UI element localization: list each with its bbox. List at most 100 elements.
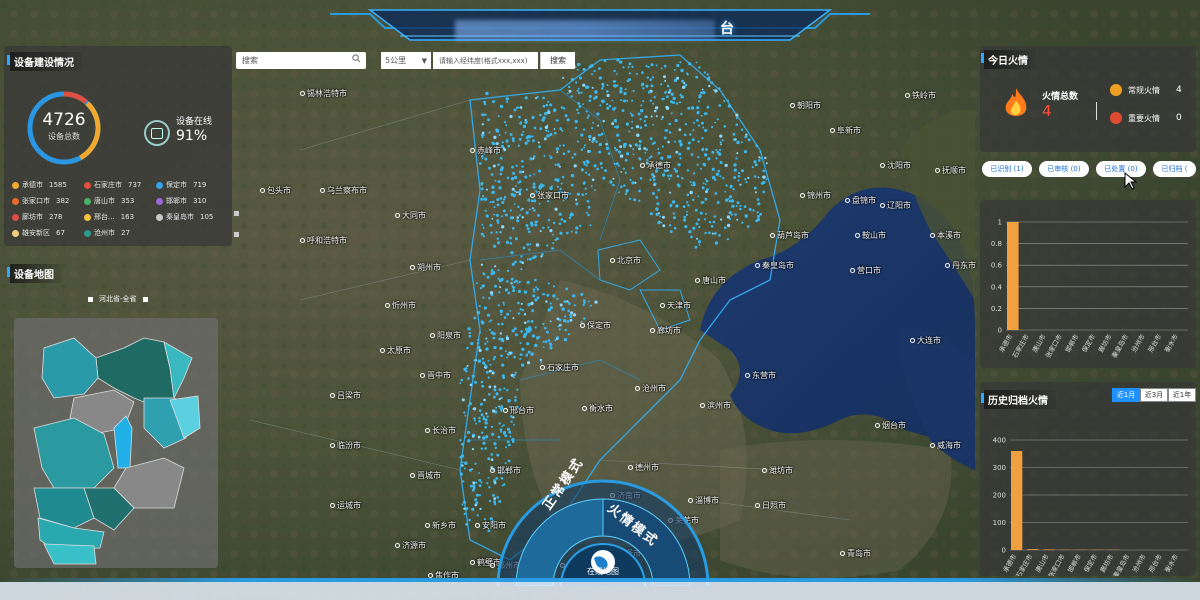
device-dot: [702, 201, 705, 204]
device-dot: [616, 58, 620, 62]
legend-pager[interactable]: [234, 211, 240, 237]
pill-reviewed[interactable]: 已审核 (0): [1039, 161, 1089, 177]
device-dot: [567, 333, 571, 336]
device-dot: [487, 376, 490, 379]
device-dot: [718, 104, 722, 107]
device-map-panel[interactable]: [14, 318, 218, 568]
device-dot: [491, 185, 495, 189]
device-dot: [490, 173, 494, 176]
device-dot: [632, 153, 635, 156]
device-dot: [582, 128, 586, 131]
device-dot: [542, 116, 546, 120]
device-dot: [733, 168, 737, 172]
device-dot: [561, 307, 565, 311]
city-count: 737: [128, 181, 142, 189]
device-dot: [660, 221, 663, 224]
city-color-dot: [12, 197, 19, 205]
device-dot: [496, 237, 499, 240]
city-color-dot: [84, 181, 91, 189]
online-map-label[interactable]: 在线地图: [573, 566, 633, 577]
search-input[interactable]: 搜索: [236, 52, 366, 69]
city-name: 邢台...: [94, 213, 115, 221]
tab-1-year[interactable]: 近1年: [1168, 388, 1196, 402]
device-dot: [523, 321, 527, 325]
device-dot: [698, 225, 701, 229]
device-dot: [758, 159, 761, 162]
y-tick-label: 100: [993, 519, 1006, 527]
device-dot: [531, 309, 535, 313]
device-dot: [576, 192, 581, 196]
device-dot: [498, 388, 502, 391]
device-dot: [478, 420, 481, 423]
device-dot: [535, 97, 537, 100]
device-dot: [472, 481, 476, 485]
device-dot: [714, 121, 717, 124]
device-dot: [514, 371, 517, 374]
device-dot: [631, 181, 635, 185]
device-dot: [543, 154, 546, 157]
device-dot: [692, 198, 695, 201]
tab-1-month[interactable]: 近1月: [1112, 388, 1140, 402]
coordinate-input[interactable]: 请输入经纬度(格式xxx,xxx): [433, 52, 538, 69]
device-dot: [692, 121, 696, 124]
map-city-label: 晋中市: [420, 370, 451, 381]
device-dot: [631, 99, 634, 102]
device-dot: [663, 64, 667, 68]
device-dot: [496, 198, 500, 202]
pill-identified[interactable]: 已识别 (1): [982, 161, 1032, 177]
fire-icon: [1005, 88, 1027, 116]
device-dot: [482, 415, 485, 418]
device-dot: [589, 304, 592, 307]
device-dot: [706, 188, 709, 192]
distance-select[interactable]: 5公里 ▼: [381, 52, 431, 69]
distance-value: 5公里: [385, 56, 407, 65]
tab-3-months[interactable]: 近3月: [1140, 388, 1168, 402]
device-dot: [746, 225, 750, 228]
device-dot: [488, 320, 491, 323]
device-dot: [480, 187, 484, 191]
device-dot: [753, 160, 757, 164]
device-dot: [517, 301, 520, 305]
device-dot: [461, 442, 464, 446]
city-legend-item: 邢台... 163: [84, 212, 134, 222]
device-dot: [706, 105, 710, 109]
device-dot: [556, 163, 560, 167]
device-dot: [493, 213, 495, 216]
device-dot: [644, 151, 647, 154]
device-dot: [473, 359, 477, 362]
device-dot: [632, 148, 635, 151]
device-dot: [692, 226, 696, 230]
device-dot: [590, 185, 593, 188]
search-icon[interactable]: [352, 54, 361, 63]
device-dot: [480, 263, 484, 266]
device-dot: [490, 425, 494, 428]
mouse-cursor-icon: [1124, 172, 1138, 190]
city-count: 353: [121, 197, 135, 205]
device-dot: [543, 137, 547, 141]
device-dot: [531, 334, 536, 338]
device-dot: [517, 181, 520, 184]
device-dot: [591, 127, 594, 130]
device-map-selector[interactable]: 河北省-全省: [88, 294, 148, 304]
device-dot: [710, 225, 714, 228]
device-dot: [647, 90, 651, 94]
device-dot: [507, 352, 510, 356]
pill-archived[interactable]: 已归档 (: [1153, 161, 1196, 177]
device-dot: [623, 184, 626, 187]
device-dot: [683, 215, 686, 219]
pill-handled[interactable]: 已处置 (0): [1096, 161, 1146, 177]
device-dot: [461, 461, 464, 464]
device-dot: [743, 150, 748, 154]
device-dot: [682, 85, 686, 90]
device-dot: [460, 378, 464, 382]
device-dot: [484, 418, 488, 422]
device-dot: [682, 205, 686, 209]
device-dot: [600, 166, 604, 169]
device-dot: [606, 106, 610, 110]
device-dot: [471, 448, 474, 451]
city-color-dot: [84, 229, 91, 237]
device-dot: [596, 112, 600, 116]
coordinate-search-button[interactable]: 搜索: [540, 52, 575, 69]
major-fire-icon: [1110, 112, 1122, 124]
device-dot: [711, 175, 716, 180]
